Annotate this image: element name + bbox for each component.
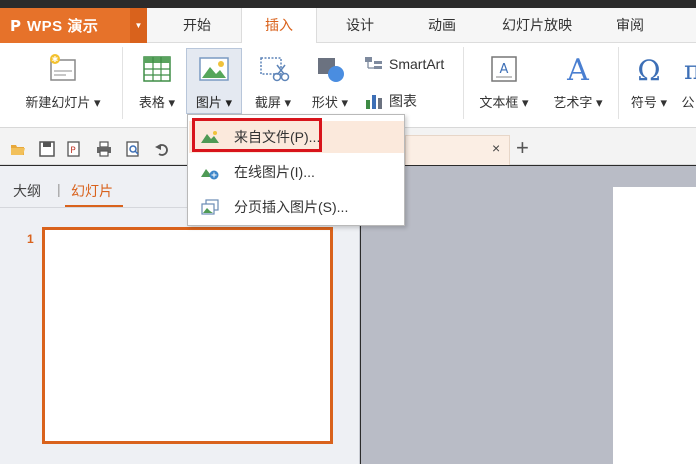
menu-item-paged-insert[interactable]: 分页插入图片(S)... — [189, 191, 404, 223]
wordart-button[interactable]: A 艺术字 ▾ — [542, 52, 614, 111]
symbol-label: 符号 ▾ — [630, 95, 668, 110]
highlight-box — [192, 118, 322, 152]
svg-text:A: A — [566, 53, 589, 86]
chart-label: 图表 — [389, 93, 417, 109]
tab-slideshow[interactable]: 幻灯片放映 — [487, 8, 587, 43]
chart-icon — [364, 92, 384, 110]
shapes-button[interactable]: 形状 ▾ — [303, 52, 357, 111]
symbol-button[interactable]: Ω 符号 ▾ — [622, 52, 676, 111]
menu-item-online-picture[interactable]: 在线图片(I)... — [189, 156, 404, 188]
table-label: 表格 ▾ — [138, 95, 176, 110]
picture-icon — [197, 52, 231, 86]
tab-insert[interactable]: 插入 — [241, 8, 317, 44]
svg-text:π: π — [684, 56, 696, 86]
app-name: WPS 演示 — [27, 18, 99, 35]
app-menu-dropdown-icon[interactable]: ▼ — [130, 8, 147, 43]
shapes-label: 形状 ▾ — [311, 95, 349, 110]
picture-button[interactable]: 图片 ▾ — [186, 48, 242, 114]
tab-slides[interactable]: 幻灯片 — [71, 181, 113, 201]
print-preview-icon[interactable] — [125, 141, 141, 157]
close-tab-icon[interactable]: × — [492, 140, 500, 156]
picture-label: 图片 ▾ — [195, 95, 233, 110]
tab-review[interactable]: 审阅 — [603, 8, 657, 43]
smartart-button[interactable]: SmartArt — [364, 55, 444, 73]
formula-button[interactable]: π 公 — [680, 52, 696, 111]
new-tab-icon[interactable]: + — [516, 135, 529, 161]
window-top-strip — [0, 0, 696, 8]
app-menu-button[interactable]: P WPS 演示 ▼ — [0, 8, 147, 43]
print-icon[interactable] — [96, 141, 112, 157]
online-picture-icon — [200, 164, 220, 180]
export-pdf-icon[interactable]: P — [65, 141, 81, 157]
ribbon-separator — [463, 47, 464, 119]
menu-item-label: 分页插入图片(S)... — [234, 199, 349, 215]
shapes-icon — [313, 52, 347, 86]
textbox-button[interactable]: A 文本框 ▾ — [468, 52, 540, 111]
formula-icon: π — [680, 52, 696, 86]
slide-thumbnail[interactable] — [42, 227, 333, 444]
table-button[interactable]: 表格 ▾ — [131, 52, 183, 111]
tab-design[interactable]: 设计 — [328, 8, 392, 43]
svg-text:A: A — [500, 62, 509, 77]
new-slide-button[interactable]: ✱ 新建幻灯片 ▾ — [8, 52, 118, 111]
smartart-icon — [364, 55, 384, 73]
smartart-label: SmartArt — [389, 56, 445, 72]
table-icon — [140, 52, 174, 86]
svg-text:Ω: Ω — [637, 54, 660, 86]
chart-button[interactable]: 图表 — [364, 91, 417, 111]
new-slide-icon: ✱ — [46, 52, 80, 86]
menu-item-label: 在线图片(I)... — [234, 164, 315, 180]
undo-icon[interactable] — [154, 141, 170, 157]
textbox-label: 文本框 ▾ — [479, 95, 529, 110]
slide-canvas[interactable] — [613, 187, 696, 464]
wordart-icon: A — [561, 52, 595, 88]
ribbon-separator — [122, 47, 123, 119]
ribbon-separator — [618, 47, 619, 119]
wordart-label: 艺术字 ▾ — [553, 95, 603, 110]
screenshot-button[interactable]: 截屏 ▾ — [246, 52, 300, 111]
tab-home[interactable]: 开始 — [165, 8, 229, 43]
slide-number: 1 — [27, 232, 34, 246]
tab-animation[interactable]: 动画 — [410, 8, 474, 43]
paged-picture-icon — [200, 199, 220, 215]
new-slide-label: 新建幻灯片 ▾ — [25, 95, 101, 110]
omega-icon: Ω — [632, 52, 666, 87]
save-icon[interactable] — [39, 141, 55, 157]
active-tab-underline — [65, 205, 123, 207]
pane-tab-separator: | — [57, 181, 61, 197]
open-folder-icon[interactable] — [10, 141, 26, 157]
svg-text:P: P — [70, 146, 76, 156]
wps-p-icon: P — [10, 16, 21, 35]
formula-label: 公 — [681, 95, 695, 110]
textbox-icon: A — [487, 52, 521, 86]
screenshot-label: 截屏 ▾ — [254, 95, 292, 110]
document-tab[interactable]: × — [405, 135, 510, 165]
svg-text:✱: ✱ — [52, 55, 59, 64]
tab-outline[interactable]: 大纲 — [13, 181, 41, 201]
screenshot-icon — [256, 52, 290, 86]
